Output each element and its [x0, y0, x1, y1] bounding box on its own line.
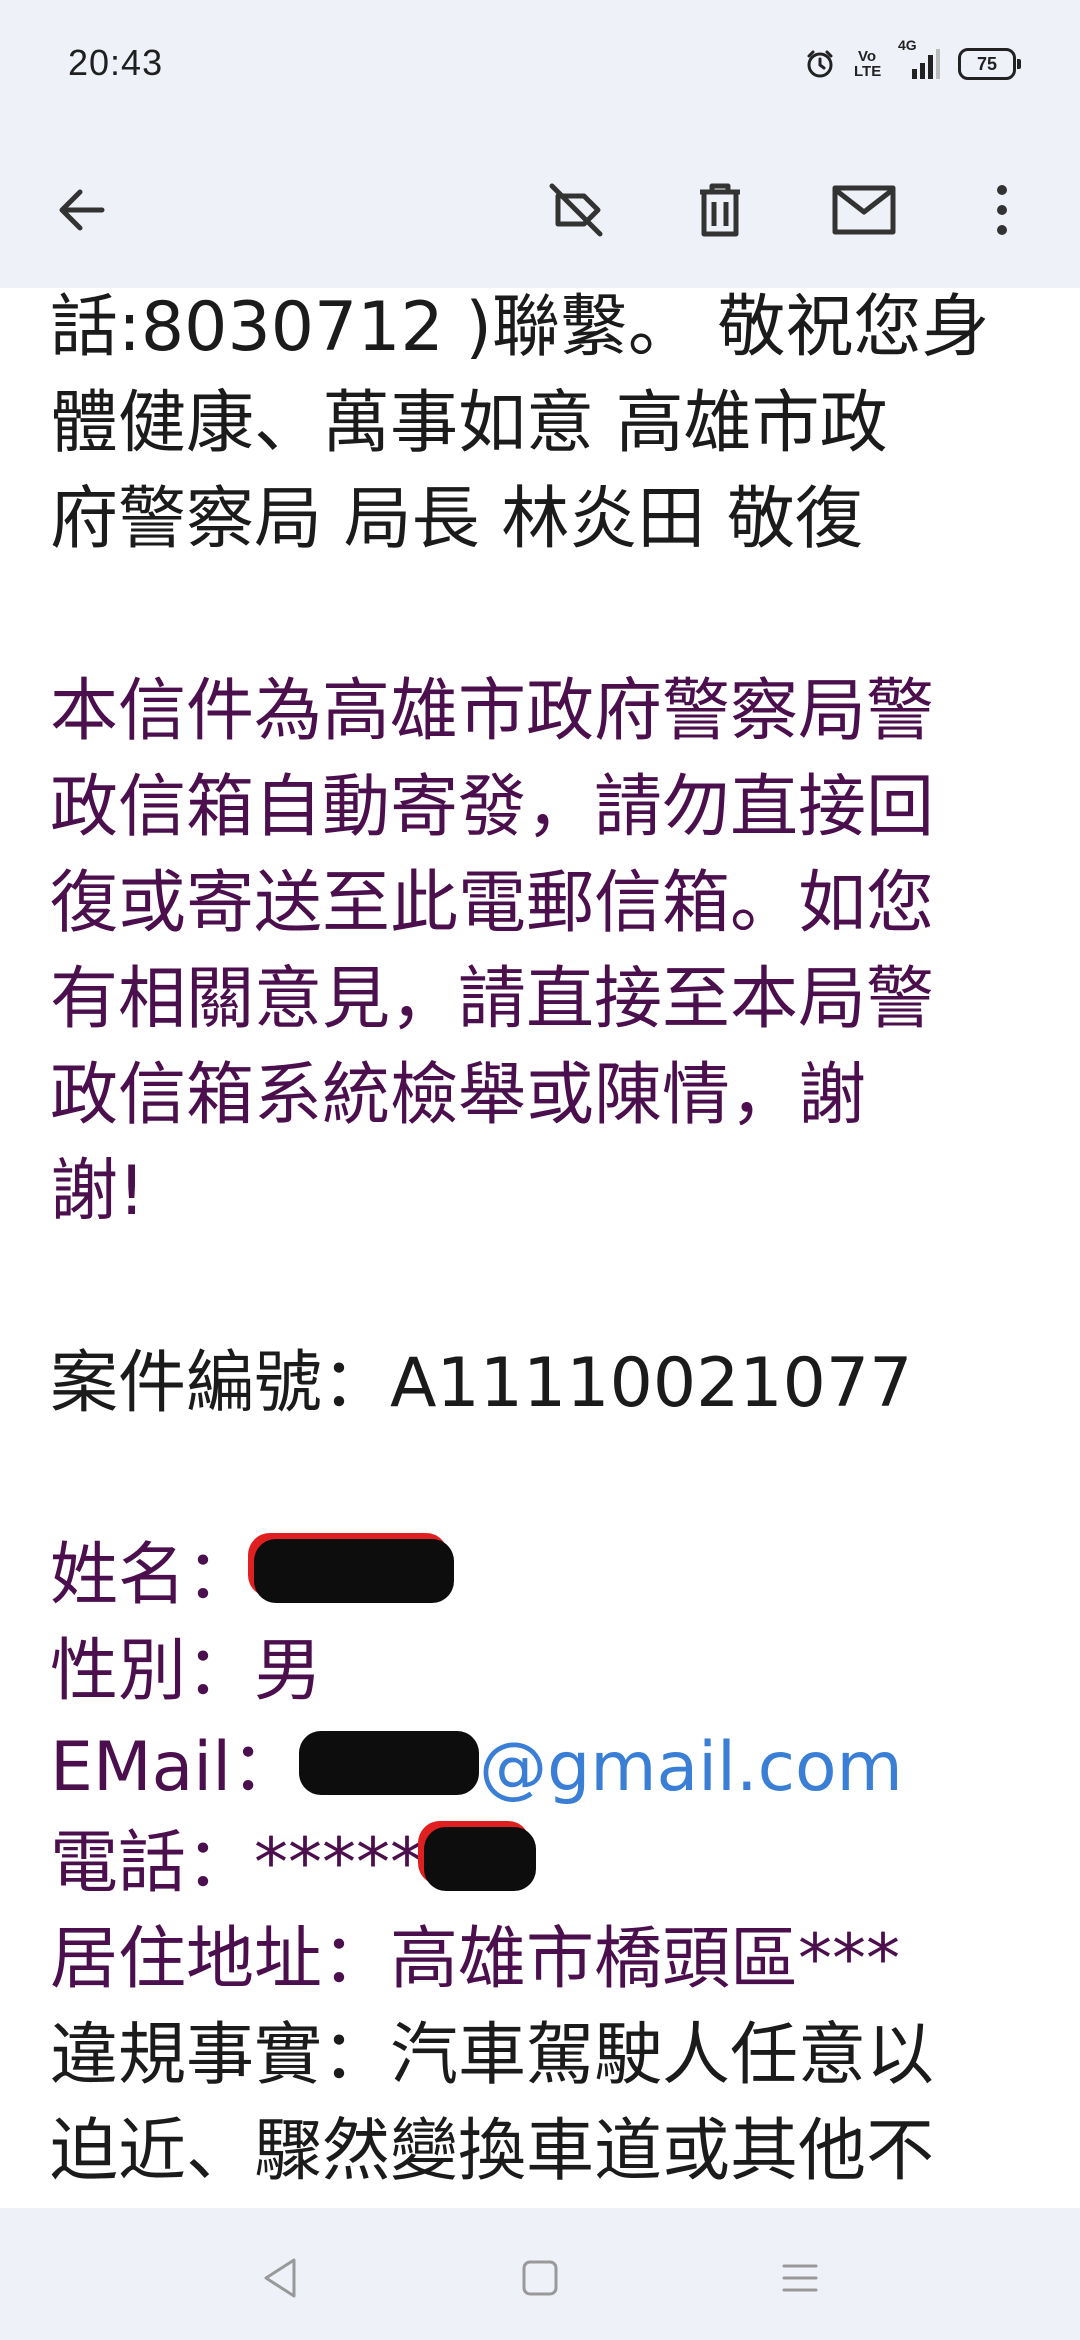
nav-home-icon: [522, 2260, 558, 2296]
back-button[interactable]: [44, 172, 120, 248]
email-text: 話:8030712 )聯繫。 敬祝您身 體健康、萬事如意 高雄市政 府警察局 局…: [50, 288, 1050, 2200]
email-row: EMail： @gmail.com: [50, 1720, 1050, 1816]
signal-label: 4G: [898, 37, 917, 53]
notice-line: 本信件為高雄市政府警察局警: [50, 672, 935, 751]
status-time: 20:43: [68, 42, 164, 83]
gender-row: 性別：男: [50, 1632, 323, 1711]
notice-line: 有相關意見，請直接至本局警: [50, 960, 935, 1039]
network-label: Vo LTE: [854, 48, 882, 80]
name-label: 姓名：: [50, 1536, 255, 1615]
delete-button[interactable]: [682, 172, 758, 248]
system-nav-bar: [0, 2208, 1080, 2340]
mark-unread-button[interactable]: [826, 172, 902, 248]
nav-back-button[interactable]: [250, 2248, 310, 2308]
back-arrow-icon: [59, 189, 105, 231]
reply-line: 體健康、萬事如意 高雄市政: [50, 384, 888, 463]
notice-line: 政信箱自動寄發，請勿直接回: [50, 768, 935, 847]
email-body[interactable]: 話:8030712 )聯繫。 敬祝您身 體健康、萬事如意 高雄市政 府警察局 局…: [0, 288, 1080, 2208]
email-label: EMail：: [50, 1728, 300, 1807]
alarm-icon: [804, 48, 836, 80]
name-row: 姓名：: [50, 1528, 1050, 1624]
email-toolbar: [0, 132, 1080, 288]
reply-line: 府警察局 局長 林炎田 敬復: [50, 480, 863, 559]
redacted-phone: [424, 1827, 537, 1892]
status-icons: Vo LTE 4G 75: [804, 37, 1021, 84]
phone-label: 電話：*****: [50, 1824, 425, 1903]
nav-menu-icon: [782, 2264, 818, 2292]
nav-menu-button[interactable]: [770, 2248, 830, 2308]
nav-back-icon: [264, 2258, 296, 2298]
violation-line: 違規事實：汽車駕駛人任意以: [50, 2016, 935, 2095]
notice-line: 謝!: [50, 1152, 146, 1231]
label-off-icon: [549, 183, 603, 237]
nav-home-button[interactable]: [510, 2248, 570, 2308]
volte-icon: Vo LTE: [854, 48, 882, 80]
delete-icon: [700, 183, 740, 237]
case-number: 案件編號：A11110021077: [50, 1344, 913, 1423]
more-vert-icon: [997, 185, 1007, 235]
mail-icon: [832, 185, 896, 235]
more-options-button[interactable]: [964, 172, 1040, 248]
battery-icon: 75: [958, 48, 1021, 80]
remove-label-button[interactable]: [538, 172, 614, 248]
email-domain-link[interactable]: @gmail.com: [479, 1728, 903, 1807]
phone-row: 電話：*****: [50, 1816, 1050, 1912]
notice-line: 政信箱系統檢舉或陳情，謝: [50, 1056, 867, 1135]
violation-line: 迫近、驟然變換車道或其他不: [50, 2112, 935, 2191]
notice-line: 復或寄送至此電郵信箱。如您: [50, 864, 935, 943]
signal-icon: 4G: [898, 37, 940, 81]
redacted-name: [254, 1539, 455, 1604]
redacted-email: [299, 1731, 480, 1796]
battery-level: 75: [976, 53, 998, 74]
status-bar: 20:43 Vo LTE 4G 75: [0, 0, 1080, 132]
address-row: 居住地址：高雄市橋頭區***: [50, 1920, 901, 1999]
reply-line: 話:8030712 )聯繫。 敬祝您身: [50, 288, 990, 367]
